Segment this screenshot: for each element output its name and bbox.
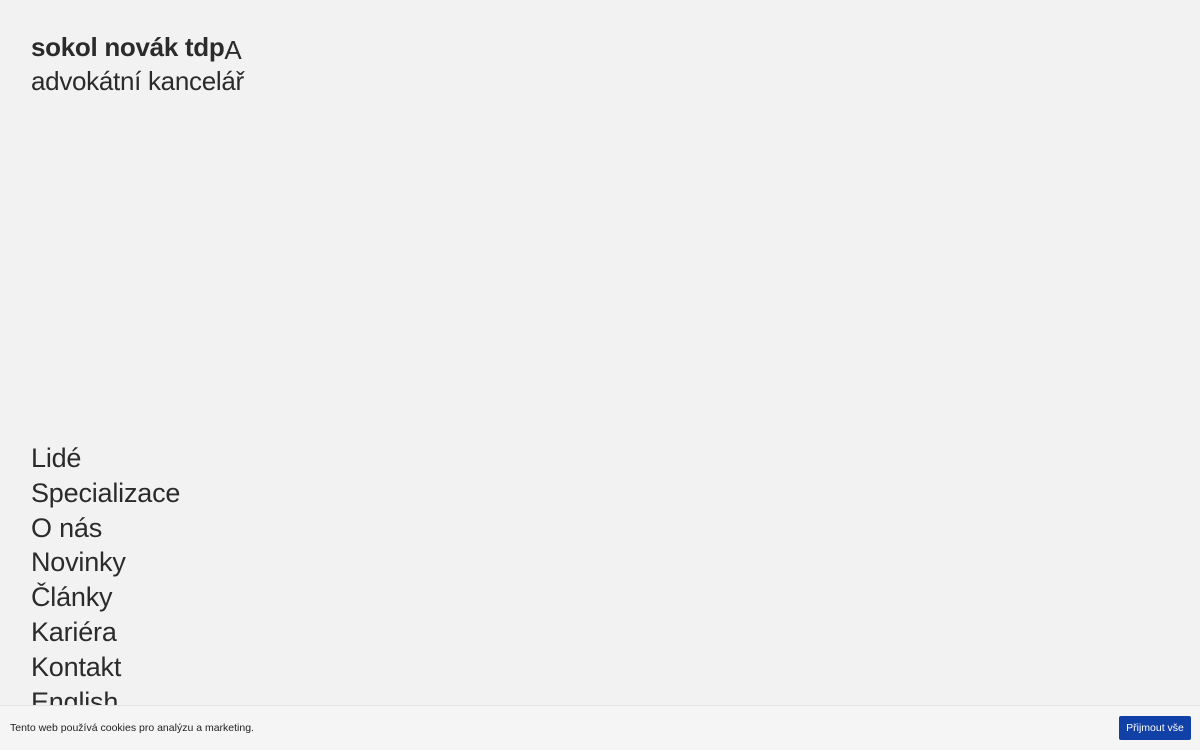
nav-link-news[interactable]: Novinky [31,547,126,577]
cookie-consent-bar: Tento web používá cookies pro analýzu a … [0,705,1200,750]
brand-mark: A [224,35,242,65]
nav-link-contact[interactable]: Kontakt [31,652,121,682]
cookie-consent-text: Tento web používá cookies pro analýzu a … [10,722,254,734]
nav-item-contact: Kontakt [31,650,180,685]
accept-all-cookies-button[interactable]: Přijmout vše [1119,716,1191,740]
nav-link-about[interactable]: O nás [31,513,102,543]
brand-subtitle: advokátní kancelář [31,66,244,96]
page: sokol novák tdpA advokátní kancelář Lidé… [0,0,1200,750]
nav-item-articles: Články [31,580,180,615]
nav-link-people[interactable]: Lidé [31,443,81,473]
nav-link-careers[interactable]: Kariéra [31,617,117,647]
nav-link-articles[interactable]: Články [31,582,113,612]
brand-name: sokol novák tdpA [31,32,242,65]
nav-item-about: O nás [31,511,180,546]
nav-link-specializations[interactable]: Specializace [31,478,180,508]
nav-item-careers: Kariéra [31,615,180,650]
nav-item-specializations: Specializace [31,476,180,511]
nav-item-people: Lidé [31,441,180,476]
nav-item-news: Novinky [31,545,180,580]
brand-logo-link[interactable]: sokol novák tdpA advokátní kancelář [31,30,244,98]
main-navigation: Lidé Specializace O nás Novinky Články K… [31,441,180,719]
